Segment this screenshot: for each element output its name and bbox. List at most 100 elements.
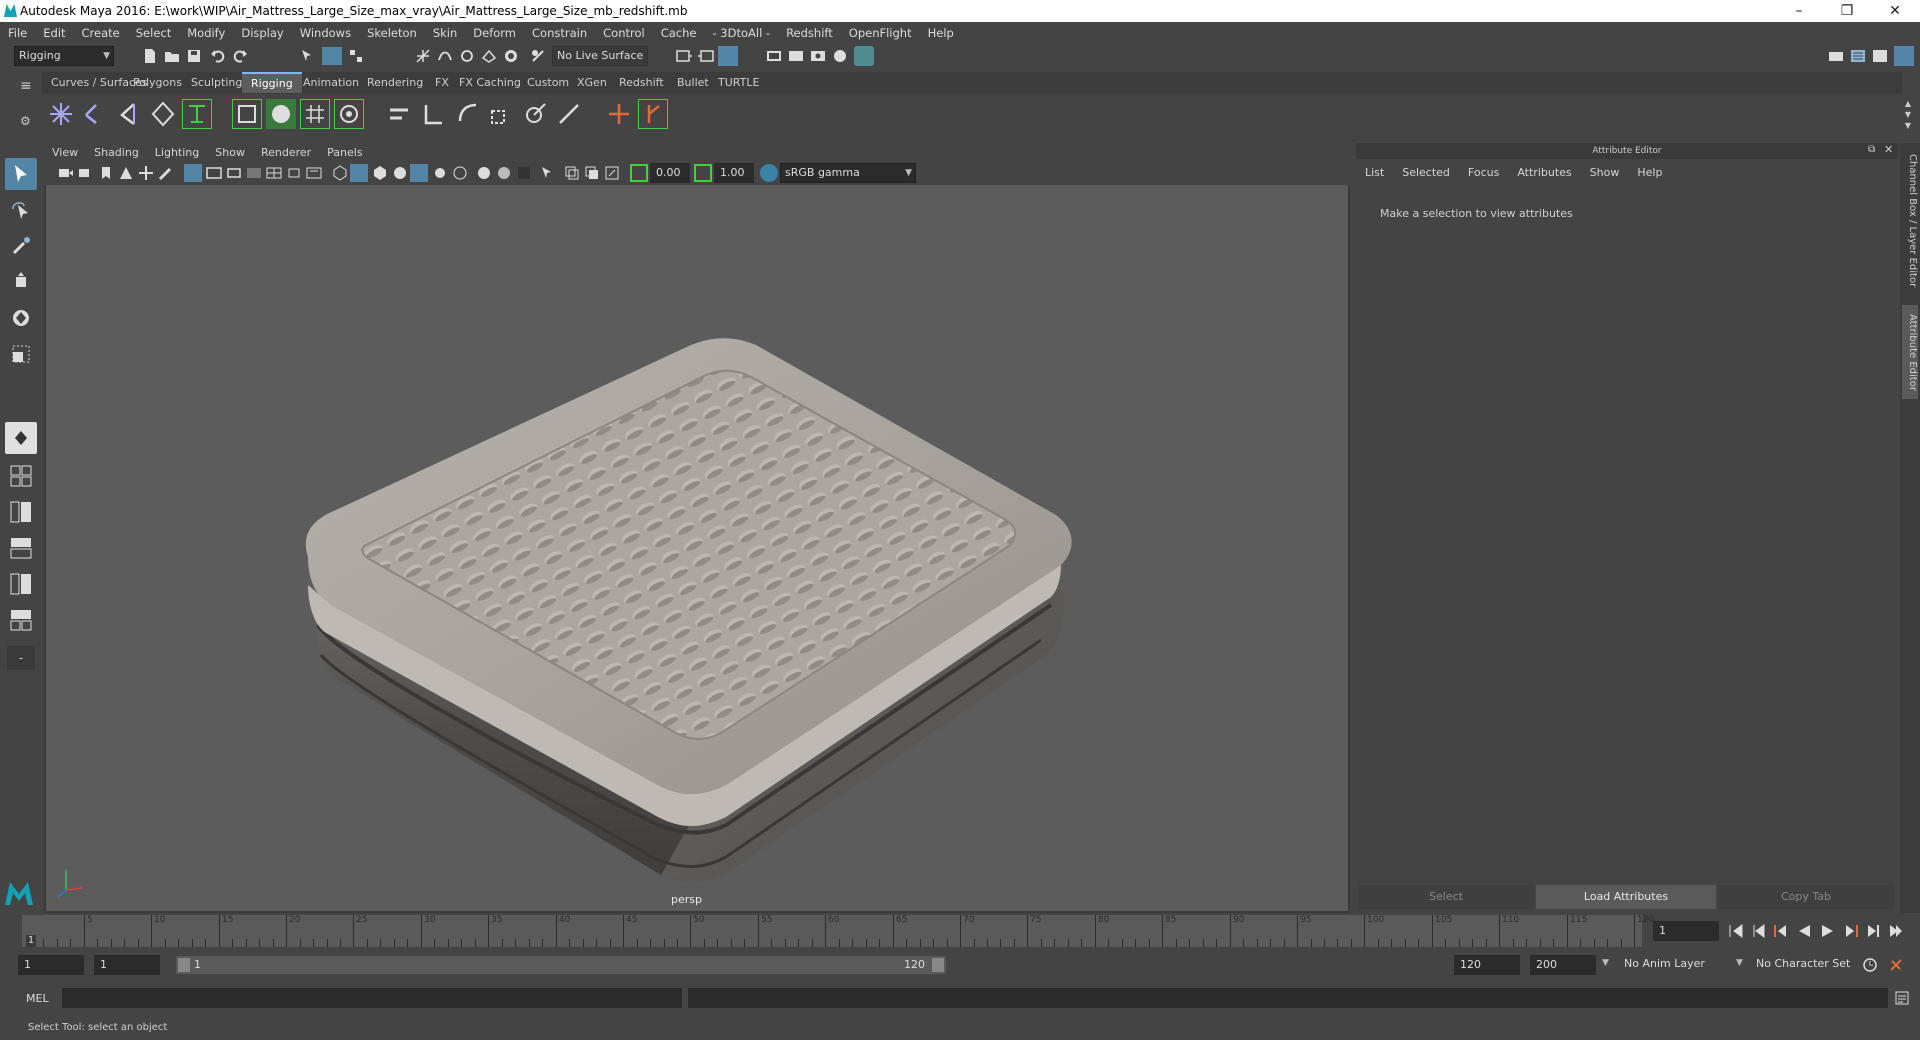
color-management-icon[interactable] xyxy=(760,164,778,182)
single-perspective-layout-button[interactable] xyxy=(5,422,37,454)
two-d-pan-icon[interactable] xyxy=(138,165,154,181)
float-panel-icon[interactable]: ⧉ xyxy=(1868,144,1875,155)
auto-key-icon[interactable] xyxy=(1862,957,1878,973)
wireframe-icon[interactable] xyxy=(332,165,348,181)
shelf-tab-polygons[interactable]: Polygons xyxy=(124,72,191,93)
shelf-tab-redshift[interactable]: Redshift xyxy=(610,72,673,93)
command-input[interactable] xyxy=(62,988,682,1008)
output-ops-icon[interactable] xyxy=(698,48,714,64)
make-live-icon[interactable] xyxy=(530,48,546,64)
step-back-frame-icon[interactable] xyxy=(1772,923,1788,939)
resolution-gate-icon[interactable] xyxy=(226,165,242,181)
new-scene-icon[interactable] xyxy=(142,48,158,64)
xray-joints-icon[interactable] xyxy=(604,165,620,181)
snap-curve-icon[interactable] xyxy=(437,48,453,64)
screen-space-ao-icon[interactable] xyxy=(452,165,468,181)
open-scene-icon[interactable] xyxy=(164,48,180,64)
depth-of-field-icon[interactable] xyxy=(516,165,532,181)
shelf-options-gear-icon[interactable]: ⚙ xyxy=(20,114,36,130)
use-all-lights-icon[interactable] xyxy=(410,164,428,182)
layout-options-button[interactable]: - xyxy=(7,646,35,670)
ik-handle-icon[interactable] xyxy=(182,99,212,129)
menu-skin[interactable]: Skin xyxy=(425,26,465,40)
mirror-joint-icon[interactable] xyxy=(114,99,144,129)
menu-select[interactable]: Select xyxy=(128,26,179,40)
shelf-menu-icon[interactable]: ≡ xyxy=(20,78,36,94)
lattice-icon[interactable] xyxy=(300,99,330,129)
select-component-icon[interactable] xyxy=(348,48,364,64)
menu-display[interactable]: Display xyxy=(233,26,291,40)
menu-cache[interactable]: Cache xyxy=(653,26,705,40)
step-back-key-icon[interactable] xyxy=(1750,923,1766,939)
attr-menu-list[interactable]: List xyxy=(1356,166,1393,179)
undo-icon[interactable] xyxy=(210,48,226,64)
move-tool-button[interactable] xyxy=(5,266,37,298)
film-gate-icon[interactable] xyxy=(206,165,222,181)
grease-pencil-icon[interactable] xyxy=(158,165,174,181)
image-plane-icon[interactable] xyxy=(118,165,134,181)
attr-menu-attributes[interactable]: Attributes xyxy=(1508,166,1580,179)
menu-create[interactable]: Create xyxy=(74,26,128,40)
modeling-toolkit-icon[interactable] xyxy=(1828,48,1844,64)
cluster-icon[interactable] xyxy=(334,99,364,129)
redshift-render-view-icon[interactable] xyxy=(854,46,874,66)
xray-icon[interactable] xyxy=(564,165,580,181)
shelf-scroll-arrows-icon[interactable]: ▲ ▼ ▼ xyxy=(1900,98,1916,134)
menu-control[interactable]: Control xyxy=(595,26,653,40)
multisample-aa-icon[interactable] xyxy=(496,165,512,181)
menu-openflight[interactable]: OpenFlight xyxy=(841,26,920,40)
menu-constrain[interactable]: Constrain xyxy=(524,26,595,40)
safe-title-icon[interactable] xyxy=(306,165,322,181)
menu-3dtoall[interactable]: - 3DtoAll - xyxy=(704,26,778,40)
snap-live-icon[interactable] xyxy=(503,48,519,64)
paint-select-tool-button[interactable] xyxy=(5,230,37,262)
panel-menu-lighting[interactable]: Lighting xyxy=(147,146,207,159)
select-button[interactable]: Select xyxy=(1358,885,1534,909)
menu-file[interactable]: File xyxy=(0,26,35,40)
grid-toggle-icon[interactable] xyxy=(184,164,202,182)
select-object-mode-button[interactable] xyxy=(322,47,342,65)
play-backwards-icon[interactable] xyxy=(1796,923,1812,939)
attr-menu-help[interactable]: Help xyxy=(1628,166,1671,179)
shadows-icon[interactable] xyxy=(432,165,448,181)
copy-tab-button[interactable]: Copy Tab xyxy=(1718,885,1894,909)
step-forward-frame-icon[interactable] xyxy=(1844,923,1860,939)
menu-windows[interactable]: Windows xyxy=(292,26,359,40)
insert-joint-icon[interactable] xyxy=(80,99,110,129)
close-panel-icon[interactable]: ✕ xyxy=(1884,143,1893,156)
gate-mask-icon[interactable] xyxy=(246,165,262,181)
locator-icon[interactable] xyxy=(604,99,634,129)
save-scene-icon[interactable] xyxy=(186,48,202,64)
play-forwards-icon[interactable] xyxy=(1820,923,1836,939)
snap-view-plane-icon[interactable] xyxy=(481,48,497,64)
menu-set-dropdown[interactable]: Rigging ▼ xyxy=(14,46,114,66)
script-editor-icon[interactable] xyxy=(1894,990,1910,1006)
persp-hypershade-layout-button[interactable] xyxy=(5,568,37,600)
select-hierarchy-icon[interactable] xyxy=(300,48,316,64)
gamma-icon[interactable] xyxy=(694,164,712,182)
parent-constraint-icon[interactable] xyxy=(384,99,414,129)
panel-menu-panels[interactable]: Panels xyxy=(319,146,370,159)
load-attributes-button[interactable]: Load Attributes xyxy=(1536,885,1716,909)
input-ops-icon[interactable] xyxy=(676,48,692,64)
attr-menu-focus[interactable]: Focus xyxy=(1459,166,1508,179)
snap-point-icon[interactable] xyxy=(459,48,475,64)
panel-menu-show[interactable]: Show xyxy=(207,146,253,159)
lasso-tool-button[interactable] xyxy=(5,194,37,226)
step-forward-key-icon[interactable] xyxy=(1866,923,1882,939)
menu-deform[interactable]: Deform xyxy=(465,26,524,40)
animation-preferences-icon[interactable] xyxy=(1888,957,1904,973)
attr-menu-selected[interactable]: Selected xyxy=(1393,166,1459,179)
time-slider-track[interactable]: 5 10 15 20 25 30 35 40 45 50 55 60 65 70 75 80 85 90 95 100… xyxy=(22,915,1654,947)
exposure-field[interactable]: 0.00 xyxy=(650,163,690,183)
menu-skeleton[interactable]: Skeleton xyxy=(359,26,425,40)
attr-menu-show[interactable]: Show xyxy=(1581,166,1629,179)
isolate-select-icon[interactable] xyxy=(540,165,556,181)
select-tool-button[interactable] xyxy=(5,158,37,190)
textured-icon[interactable] xyxy=(392,165,408,181)
aim-constraint-icon[interactable] xyxy=(520,99,550,129)
bookmark-icon[interactable] xyxy=(98,165,114,181)
pole-vector-icon[interactable] xyxy=(554,99,584,129)
shelf-tab-animation[interactable]: Animation xyxy=(294,72,368,93)
channel-box-tab[interactable]: Channel Box / Layer Editor xyxy=(1902,151,1918,291)
